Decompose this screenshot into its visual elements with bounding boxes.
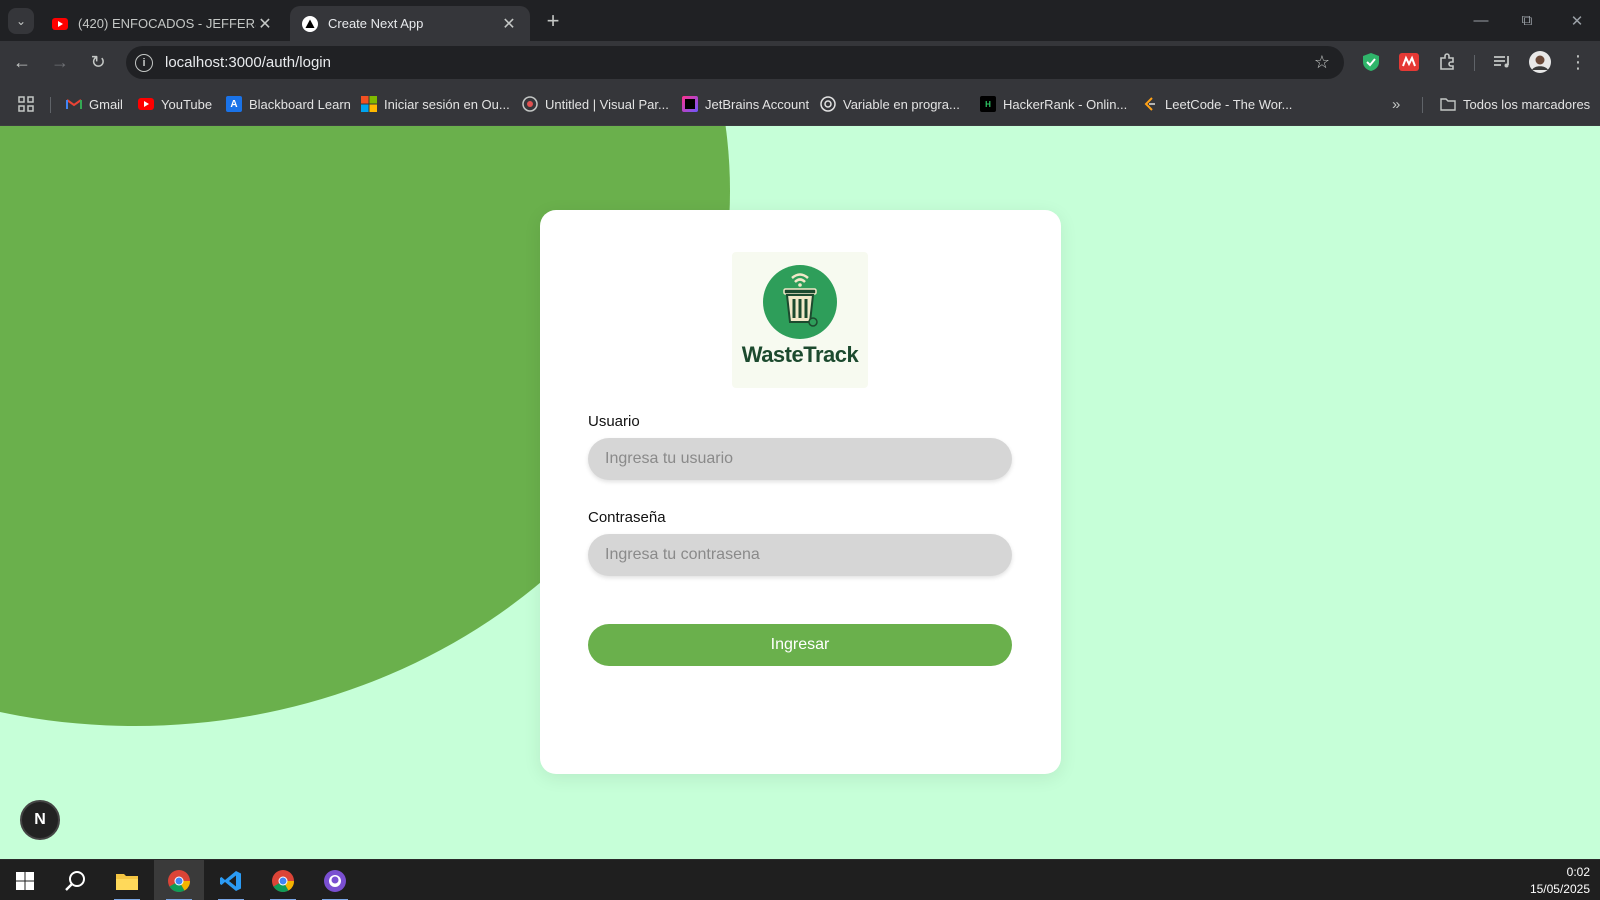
shield-extension-icon[interactable] bbox=[1359, 50, 1383, 74]
bookmarks-divider bbox=[50, 97, 51, 113]
browser-toolbar: ← → ↻ i localhost:3000/auth/login ☆ ⋮ bbox=[0, 41, 1600, 83]
gmail-icon bbox=[66, 96, 82, 112]
bookmark-label: JetBrains Account bbox=[705, 96, 810, 112]
wastetrack-logo: WasteTrack bbox=[732, 252, 868, 388]
chrome-taskbar-icon[interactable] bbox=[154, 860, 204, 900]
bookmark-jetbrains[interactable]: JetBrains Account bbox=[682, 94, 809, 114]
back-icon[interactable]: ← bbox=[8, 48, 36, 76]
red-extension-icon[interactable] bbox=[1397, 50, 1421, 74]
tab-create-next-app[interactable]: Create Next App ✕ bbox=[290, 6, 530, 41]
bookmark-leetcode[interactable]: LeetCode - The Wor... bbox=[1142, 94, 1292, 114]
bookmark-label: Iniciar sesión en Ou... bbox=[384, 96, 510, 112]
folder-icon bbox=[1440, 96, 1456, 112]
nextjs-dev-indicator[interactable]: N bbox=[20, 800, 60, 840]
clock-time: 0:02 bbox=[1566, 865, 1590, 879]
address-bar[interactable]: i localhost:3000/auth/login ☆ bbox=[126, 46, 1344, 79]
username-input[interactable] bbox=[588, 438, 1012, 480]
bookmark-microsoft-login[interactable]: Iniciar sesión en Ou... bbox=[361, 94, 510, 114]
url-text[interactable]: localhost:3000/auth/login bbox=[165, 54, 1308, 71]
hackerrank-icon: H bbox=[980, 96, 996, 112]
microsoft-icon bbox=[361, 96, 377, 112]
bookmark-label: Untitled | Visual Par... bbox=[545, 96, 669, 112]
puzzle-extensions-icon[interactable] bbox=[1435, 50, 1459, 74]
search-icon[interactable] bbox=[50, 860, 100, 900]
login-card: WasteTrack Usuario Contraseña Ingresar bbox=[540, 210, 1061, 774]
bookmark-label: Gmail bbox=[89, 96, 123, 112]
tab-search-button[interactable]: ⌄ bbox=[8, 8, 34, 34]
restore-icon[interactable]: ⧉ bbox=[1504, 0, 1550, 41]
tab-label: (420) ENFOCADOS - JEFFERSON bbox=[78, 16, 256, 31]
youtube-icon bbox=[138, 96, 154, 112]
site-info-icon[interactable]: i bbox=[135, 53, 153, 72]
login-button[interactable]: Ingresar bbox=[588, 624, 1012, 666]
apps-grid-icon[interactable] bbox=[18, 94, 34, 114]
github-desktop-icon[interactable] bbox=[310, 860, 360, 900]
more-menu-icon[interactable]: ⋮ bbox=[1566, 50, 1590, 74]
bookmark-hackerrank[interactable]: H HackerRank - Onlin... bbox=[980, 94, 1127, 114]
all-bookmarks-label: Todos los marcadores bbox=[1463, 96, 1591, 112]
close-icon[interactable]: ✕ bbox=[500, 15, 518, 33]
leetcode-icon bbox=[1142, 96, 1158, 112]
jetbrains-icon bbox=[682, 96, 698, 112]
minimize-icon[interactable]: — bbox=[1458, 0, 1504, 41]
nextjs-icon bbox=[302, 15, 318, 32]
openai-icon bbox=[820, 96, 836, 112]
bookmark-label: Blackboard Learn bbox=[249, 96, 351, 112]
close-icon[interactable]: ✕ bbox=[256, 15, 274, 33]
bookmark-visual-paradigm[interactable]: Untitled | Visual Par... bbox=[522, 94, 669, 114]
login-page: WasteTrack Usuario Contraseña Ingresar N bbox=[0, 126, 1600, 859]
bookmark-label: YouTube bbox=[161, 96, 213, 112]
visual-paradigm-icon bbox=[522, 96, 538, 112]
reload-icon[interactable]: ↻ bbox=[84, 48, 112, 76]
chevron-down-icon: ⌄ bbox=[15, 14, 27, 28]
bookmark-youtube[interactable]: YouTube bbox=[138, 94, 212, 114]
window-close-icon[interactable]: ✕ bbox=[1554, 0, 1600, 41]
chrome-taskbar-icon-2[interactable] bbox=[258, 860, 308, 900]
toolbar-divider bbox=[1474, 55, 1475, 71]
password-input[interactable] bbox=[588, 534, 1012, 576]
tab-strip: ⌄ (420) ENFOCADOS - JEFFERSON ✕ Create N… bbox=[0, 0, 1600, 41]
bookmark-label: Variable en progra... bbox=[843, 96, 960, 112]
system-clock[interactable]: 0:02 15/05/2025 bbox=[1530, 864, 1590, 898]
bookmarks-divider bbox=[1422, 97, 1423, 113]
youtube-icon bbox=[52, 16, 68, 32]
bookmark-variable[interactable]: Variable en progra... bbox=[820, 94, 960, 114]
bookmark-label: HackerRank - Onlin... bbox=[1003, 96, 1128, 112]
blackboard-icon: A bbox=[226, 96, 242, 112]
windows-taskbar: 0:02 15/05/2025 bbox=[0, 859, 1600, 900]
new-tab-button[interactable]: + bbox=[540, 8, 566, 34]
clock-date: 15/05/2025 bbox=[1529, 882, 1590, 896]
logo-text: WasteTrack bbox=[741, 342, 859, 367]
trash-can-icon bbox=[763, 265, 837, 339]
profile-avatar[interactable] bbox=[1528, 50, 1552, 74]
more-bookmarks-icon[interactable]: » bbox=[1392, 94, 1400, 114]
media-control-icon[interactable] bbox=[1490, 50, 1514, 74]
forward-icon[interactable]: → bbox=[46, 48, 74, 76]
file-explorer-icon[interactable] bbox=[102, 860, 152, 900]
username-label: Usuario bbox=[588, 413, 640, 430]
bookmark-gmail[interactable]: Gmail bbox=[66, 94, 123, 114]
bookmark-blackboard[interactable]: A Blackboard Learn bbox=[226, 94, 351, 114]
vscode-icon[interactable] bbox=[206, 860, 256, 900]
tab-youtube[interactable]: (420) ENFOCADOS - JEFFERSON ✕ bbox=[40, 6, 286, 41]
bookmark-star-icon[interactable]: ☆ bbox=[1308, 52, 1336, 73]
bookmark-label: LeetCode - The Wor... bbox=[1165, 96, 1293, 112]
all-bookmarks-button[interactable]: Todos los marcadores bbox=[1440, 94, 1590, 114]
tab-label: Create Next App bbox=[328, 16, 424, 31]
bookmarks-bar: Gmail YouTube A Blackboard Learn Iniciar… bbox=[0, 83, 1600, 126]
start-icon[interactable] bbox=[0, 860, 50, 900]
password-label: Contraseña bbox=[588, 509, 666, 526]
